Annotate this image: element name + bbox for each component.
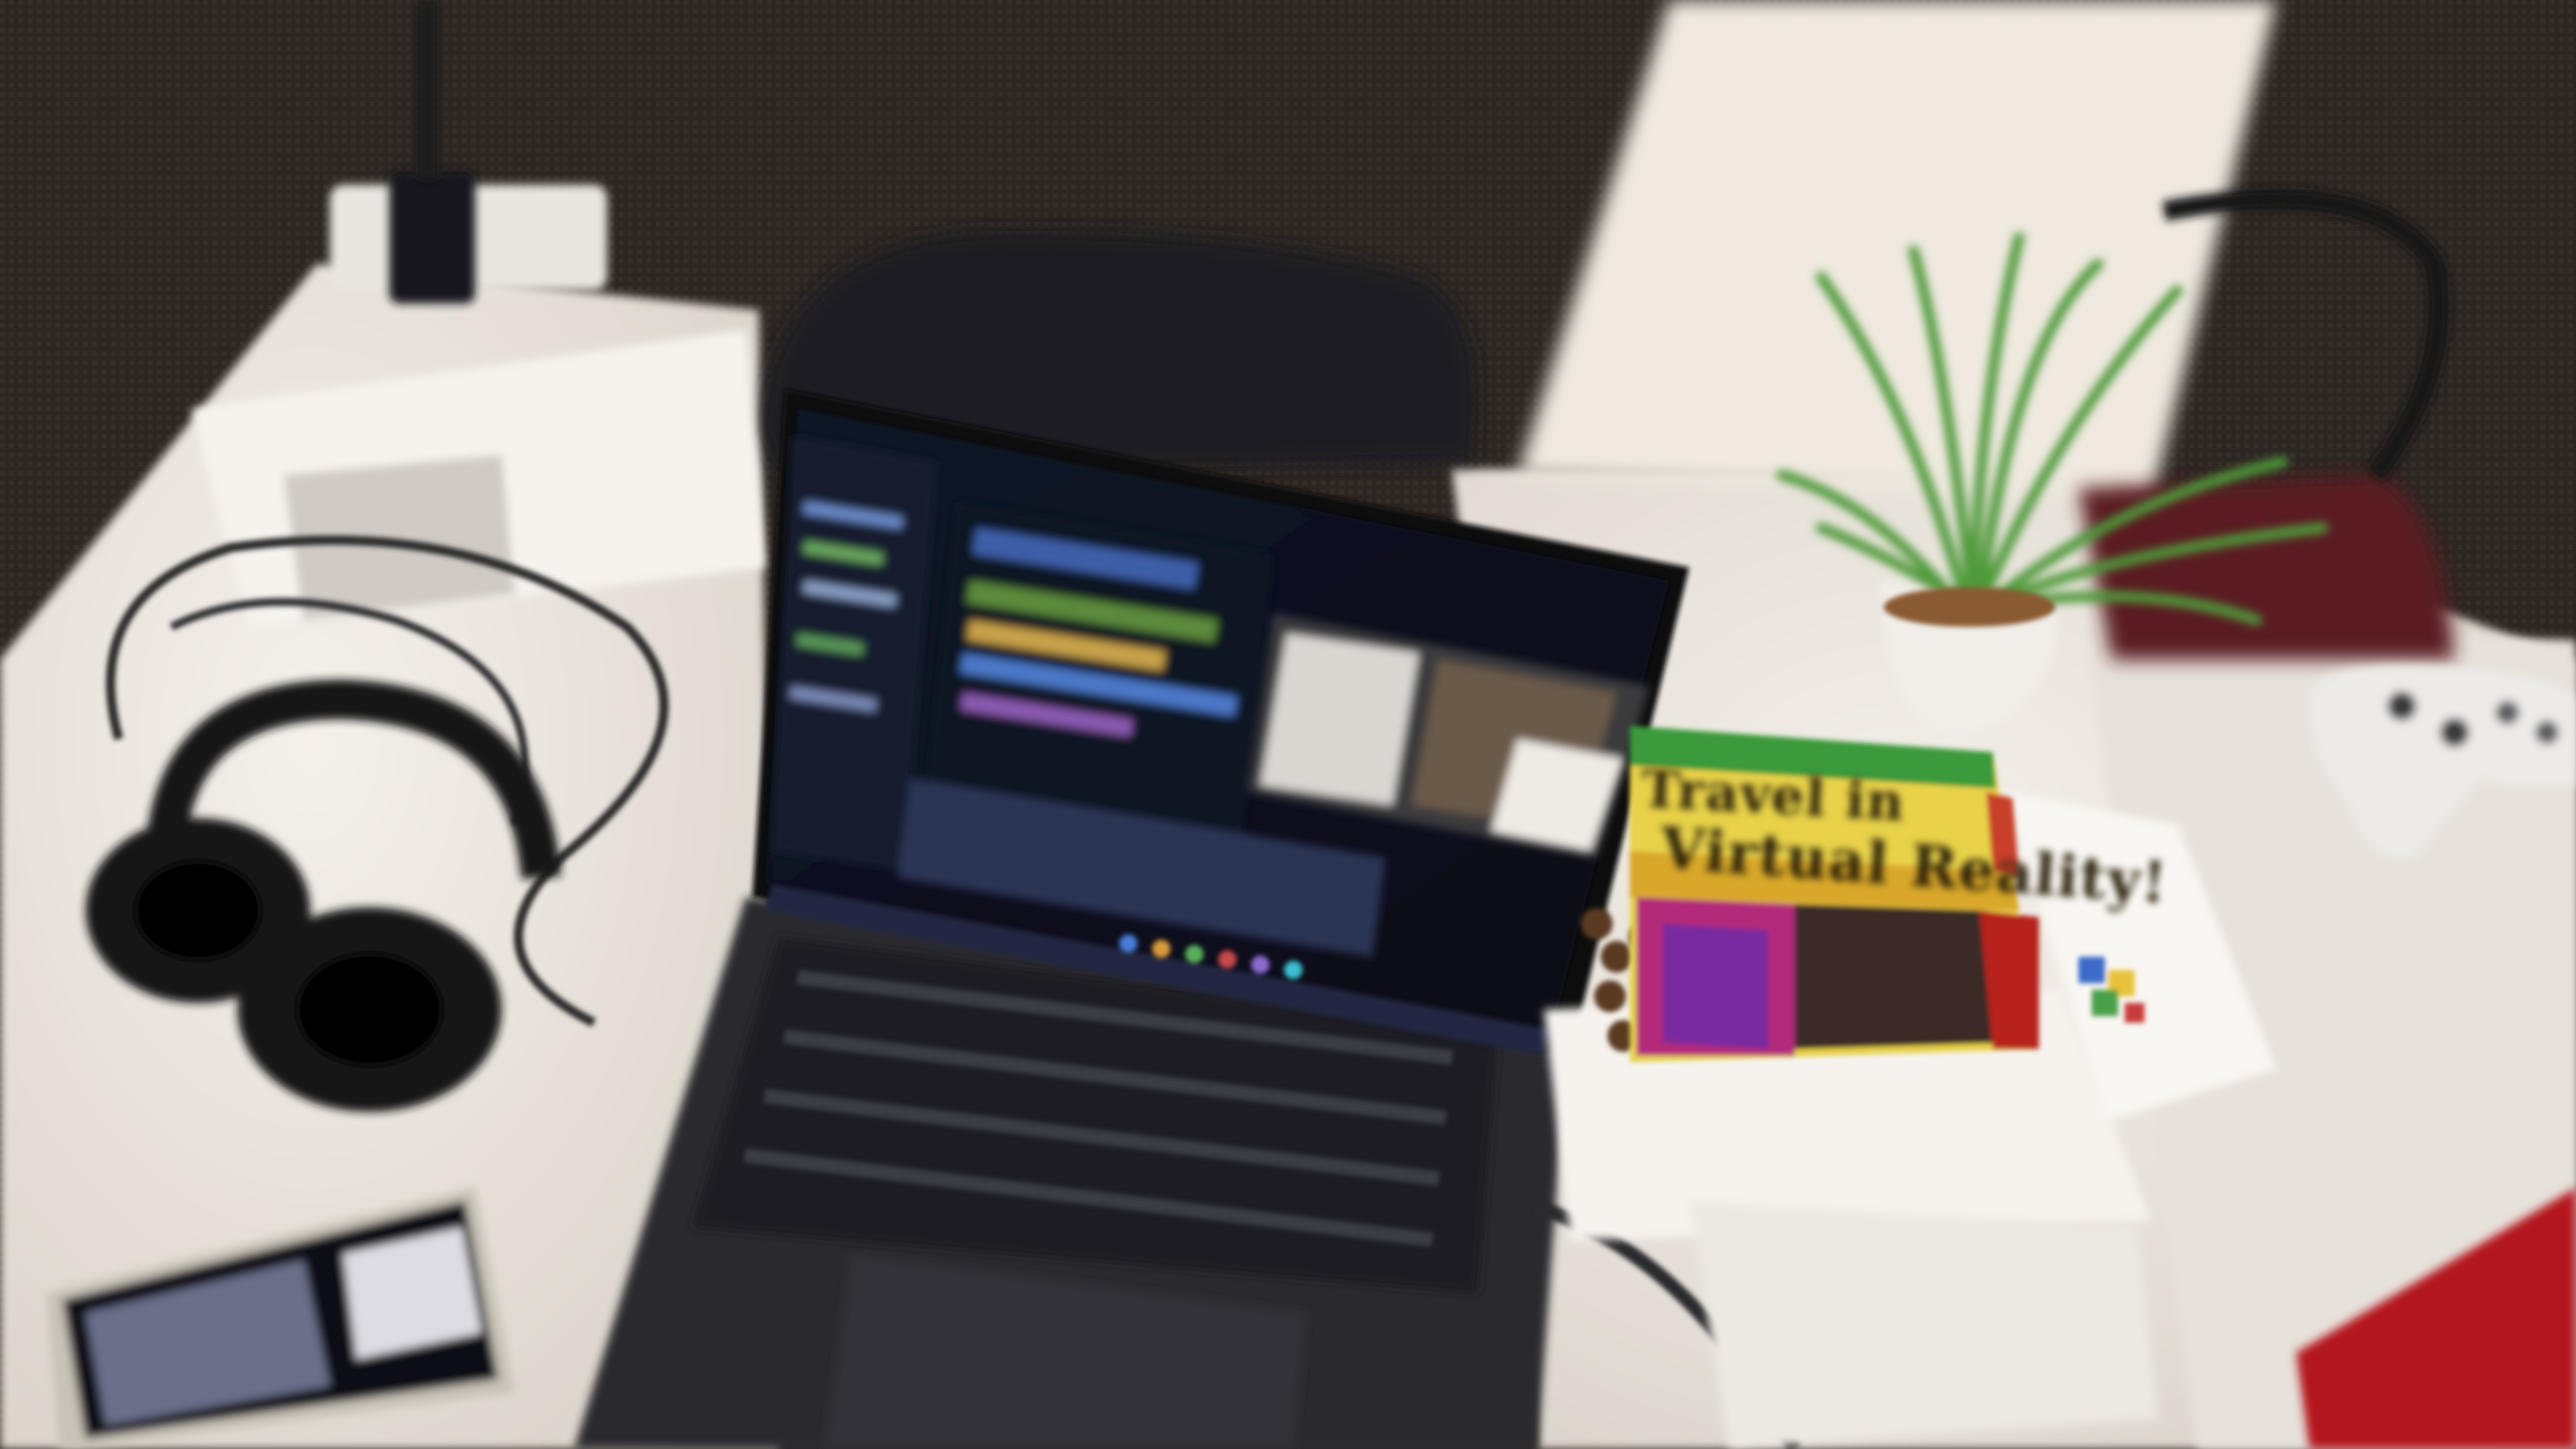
usb-charger [389,172,475,304]
photo-canvas [0,0,2576,1449]
right-papers-lower [1689,1201,2158,1449]
plant-soil [1884,587,2055,627]
red-chair [2078,475,2455,660]
desk-photo: Travel in Virtual Reality! [0,0,2576,1449]
charger-cable [416,0,439,178]
